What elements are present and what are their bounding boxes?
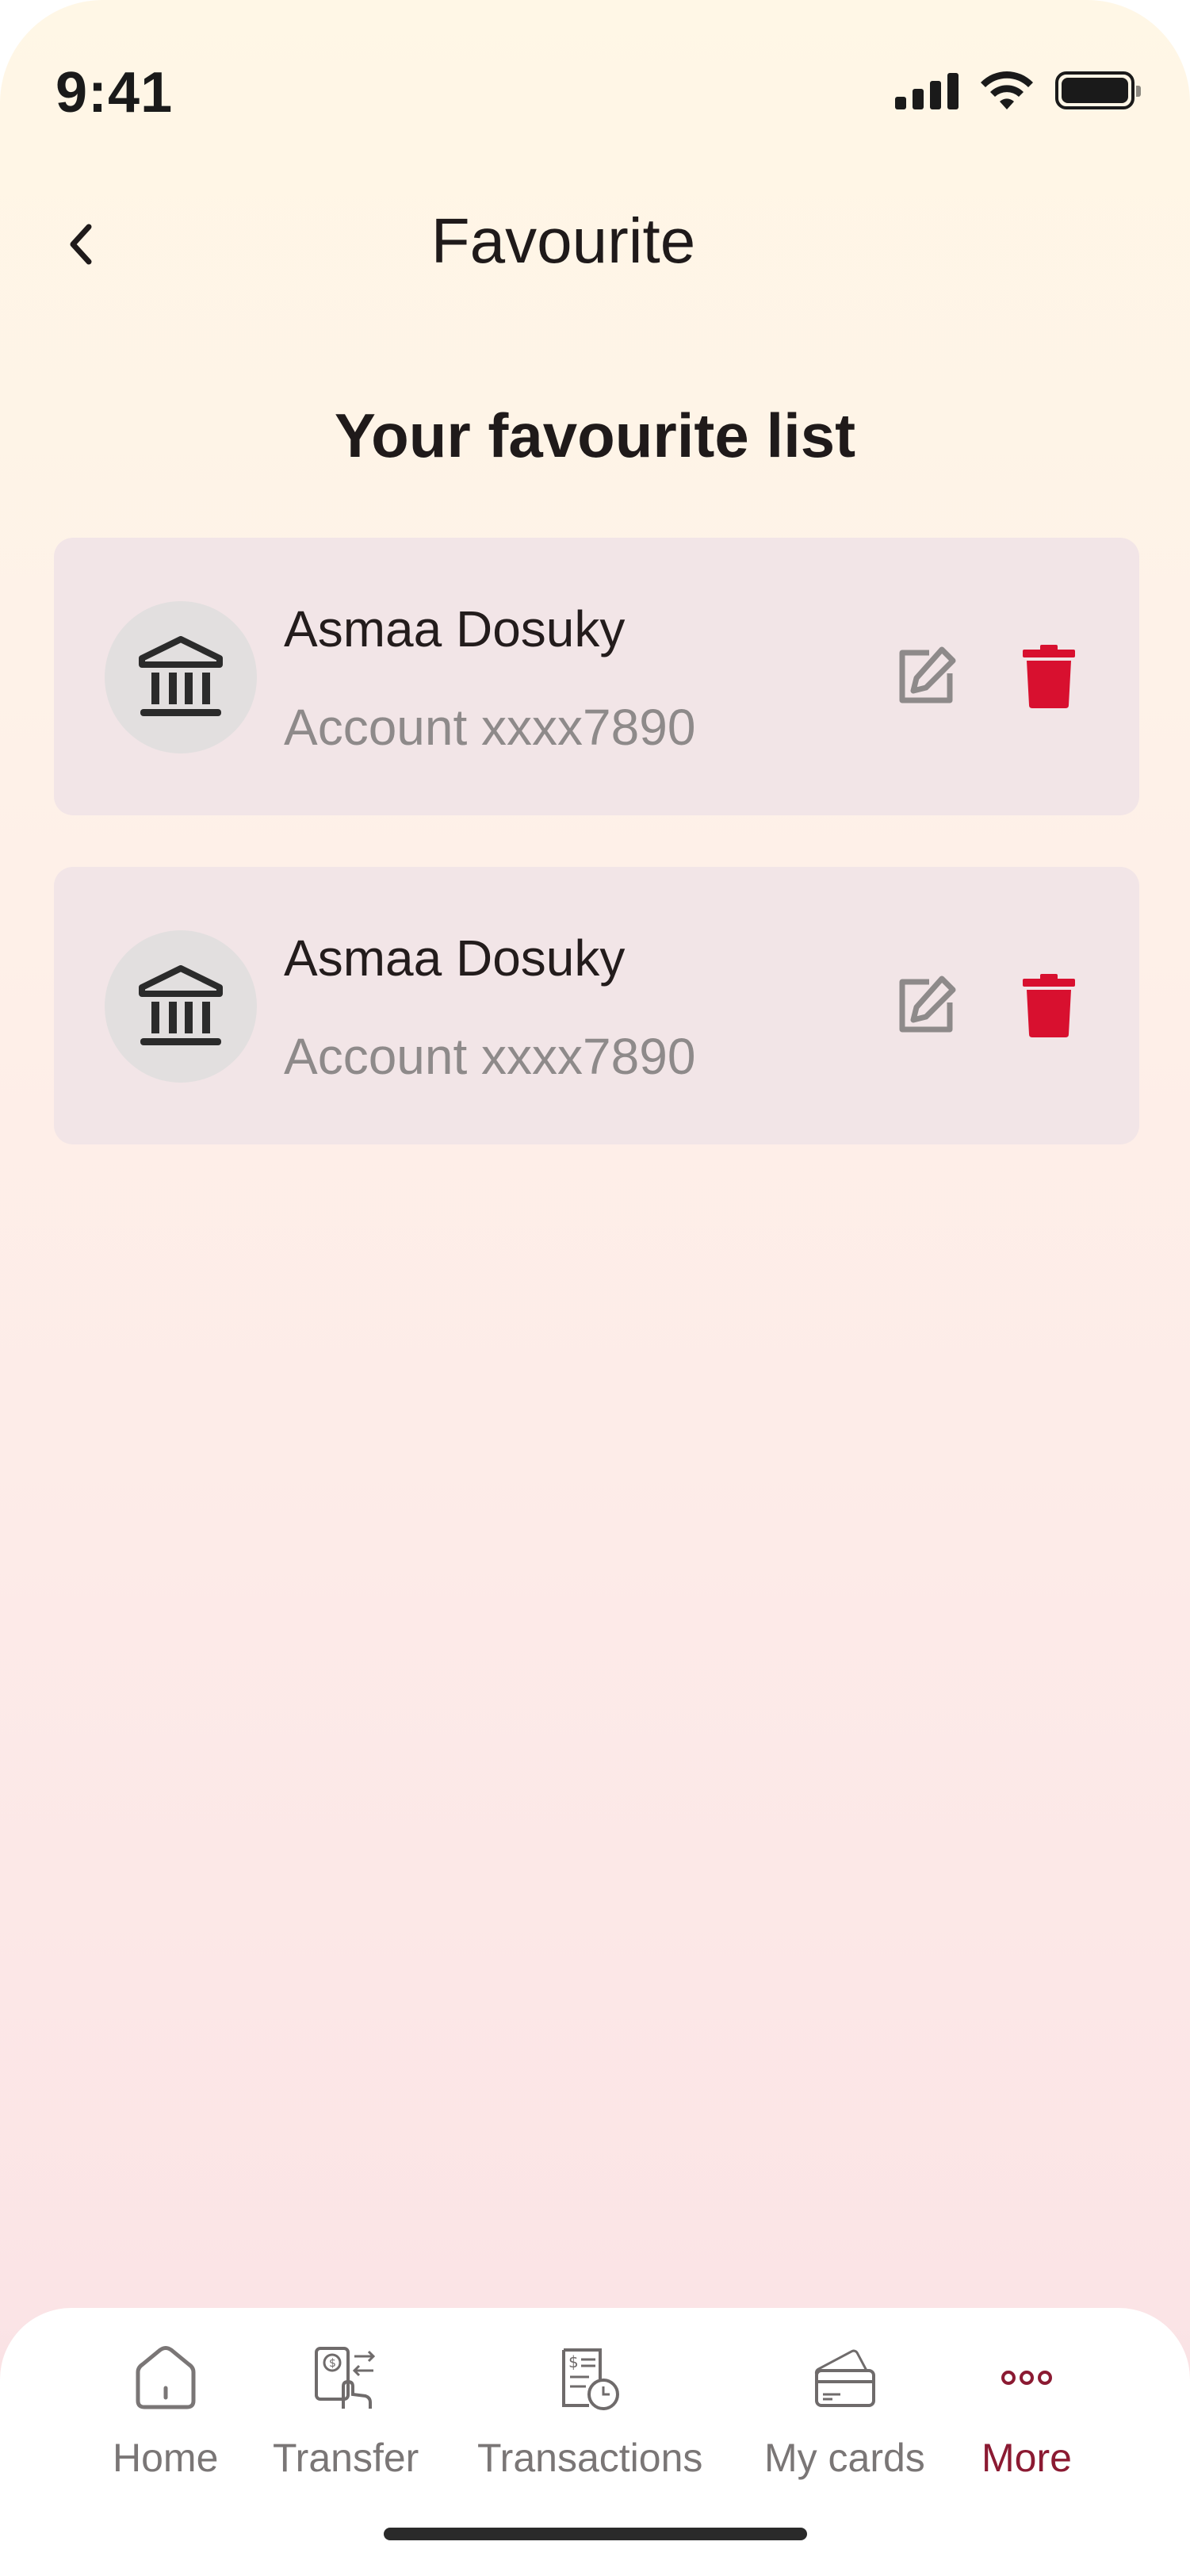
edit-button[interactable] xyxy=(894,645,958,708)
nav-label: Transfer xyxy=(273,2436,419,2480)
nav-label: Home xyxy=(113,2436,219,2480)
nav-item-transactions[interactable]: $ Transactions xyxy=(477,2340,702,2481)
favourite-name: Asmaa Dosuky xyxy=(284,600,626,657)
nav-item-home[interactable]: Home xyxy=(113,2340,218,2481)
favourite-list: Asmaa Dosuky Account xxxx7890 Asmaa Dosu… xyxy=(54,538,1139,1196)
favourite-account: Account xxxx7890 xyxy=(284,1028,696,1085)
bank-icon xyxy=(139,636,223,716)
svg-text:$: $ xyxy=(568,2352,579,2371)
nav-item-my-cards[interactable]: My cards xyxy=(764,2340,925,2481)
bank-avatar xyxy=(105,930,257,1083)
svg-text:$: $ xyxy=(329,2357,336,2370)
nav-label: My cards xyxy=(764,2436,925,2480)
nav-item-more[interactable]: More xyxy=(981,2340,1072,2481)
favourite-item[interactable]: Asmaa Dosuky Account xxxx7890 xyxy=(54,867,1139,1144)
page-title: Favourite xyxy=(430,205,696,276)
section-title: Your favourite list xyxy=(334,401,856,470)
more-icon xyxy=(989,2340,1065,2416)
phone-screen: 9:41 Favourite Your favourite list Asmaa… xyxy=(0,0,1190,2576)
trash-icon xyxy=(1023,645,1075,708)
transfer-icon: $ xyxy=(308,2340,384,2416)
favourite-account: Account xxxx7890 xyxy=(284,699,696,756)
edit-icon xyxy=(899,646,956,703)
status-icons xyxy=(895,70,1141,111)
status-time: 9:41 xyxy=(55,61,174,125)
edit-button[interactable] xyxy=(894,974,958,1037)
home-indicator xyxy=(384,2528,807,2540)
favourite-item[interactable]: Asmaa Dosuky Account xxxx7890 xyxy=(54,538,1139,815)
trash-icon xyxy=(1023,974,1075,1037)
delete-button[interactable] xyxy=(1023,974,1075,1037)
battery-icon xyxy=(1055,71,1141,109)
edit-icon xyxy=(899,976,956,1033)
transactions-icon: $ xyxy=(552,2340,628,2416)
favourite-name: Asmaa Dosuky xyxy=(284,930,626,987)
nav-label: More xyxy=(981,2436,1072,2480)
nav-item-transfer[interactable]: $ Transfer xyxy=(273,2340,419,2481)
bank-icon xyxy=(139,965,223,1045)
home-icon xyxy=(128,2340,204,2416)
wifi-icon xyxy=(981,71,1033,109)
nav-label: Transactions xyxy=(477,2436,703,2480)
signal-icon xyxy=(895,71,959,109)
bank-avatar xyxy=(105,601,257,753)
delete-button[interactable] xyxy=(1023,645,1075,708)
cards-icon xyxy=(806,2340,882,2416)
